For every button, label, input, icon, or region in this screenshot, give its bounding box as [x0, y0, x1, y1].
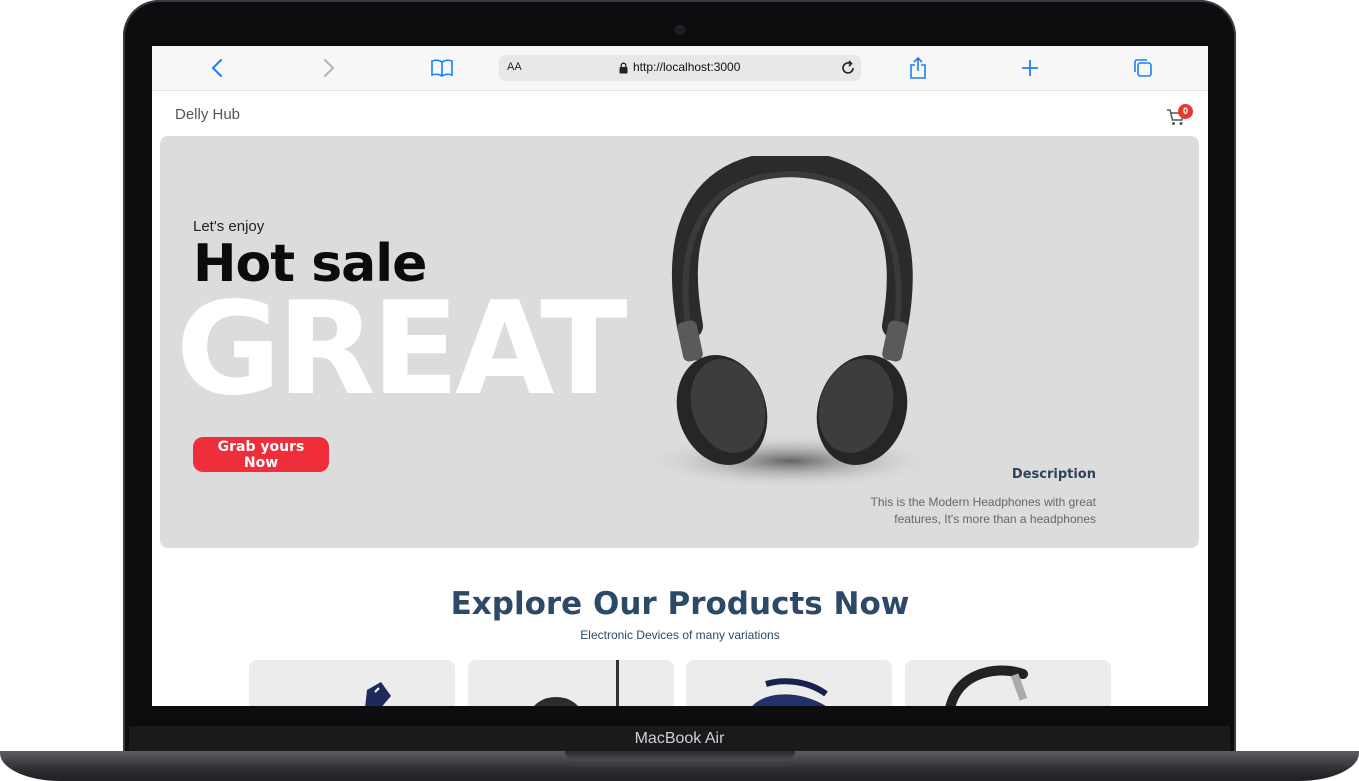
chevron-left-icon	[211, 59, 222, 77]
tabs-button[interactable]	[1131, 56, 1155, 80]
book-icon	[431, 59, 453, 77]
browser-screen: AA http://localhost:3000 Delly Hub 0 Let…	[152, 46, 1208, 706]
headphones-product-image	[534, 660, 619, 706]
browser-toolbar: AA http://localhost:3000	[152, 46, 1208, 91]
brand-logo-text[interactable]: Delly Hub	[175, 106, 240, 123]
new-tab-button[interactable]	[1018, 56, 1042, 80]
products-section-subtitle: Electronic Devices of many variations	[580, 628, 780, 642]
product-card[interactable]	[905, 660, 1111, 706]
grab-yours-now-button[interactable]: Grab yours Now	[193, 437, 329, 472]
model-label: MacBook Air	[634, 730, 725, 747]
laptop-base-notch	[565, 751, 795, 761]
hero-big-word: GREAT	[176, 275, 627, 424]
address-bar[interactable]: AA http://localhost:3000	[499, 55, 861, 81]
headphones-image	[640, 156, 940, 489]
description-text: This is the Modern Headphones with great…	[870, 495, 1096, 526]
earbuds-image	[365, 682, 391, 706]
back-button[interactable]	[205, 56, 229, 80]
headset-image	[945, 665, 1028, 706]
product-card[interactable]	[686, 660, 892, 706]
products-section-title: Explore Our Products Now	[450, 586, 910, 622]
chevron-right-icon	[324, 59, 335, 77]
share-button[interactable]	[906, 56, 930, 80]
speaker-image	[752, 678, 828, 706]
reload-icon[interactable]	[839, 59, 857, 77]
description-title: Description	[1011, 467, 1096, 482]
forward-button[interactable]	[317, 56, 341, 80]
site-header: Delly Hub 0	[152, 91, 1208, 135]
plus-icon	[1022, 60, 1038, 76]
product-card[interactable]	[468, 660, 674, 706]
share-icon	[910, 57, 926, 79]
text-size-button[interactable]: AA	[507, 61, 522, 73]
product-card[interactable]	[249, 660, 455, 706]
camera	[676, 26, 684, 34]
lock-icon	[619, 62, 628, 74]
bookmarks-button[interactable]	[430, 56, 454, 80]
url-text[interactable]: http://localhost:3000	[633, 60, 740, 74]
hero-banner: Let's enjoy Hot sale GREAT Grab yours No…	[160, 136, 1199, 548]
tabs-icon	[1134, 59, 1152, 77]
cart-count-badge: 0	[1178, 104, 1193, 119]
hero-subtitle: Let's enjoy	[193, 218, 265, 235]
